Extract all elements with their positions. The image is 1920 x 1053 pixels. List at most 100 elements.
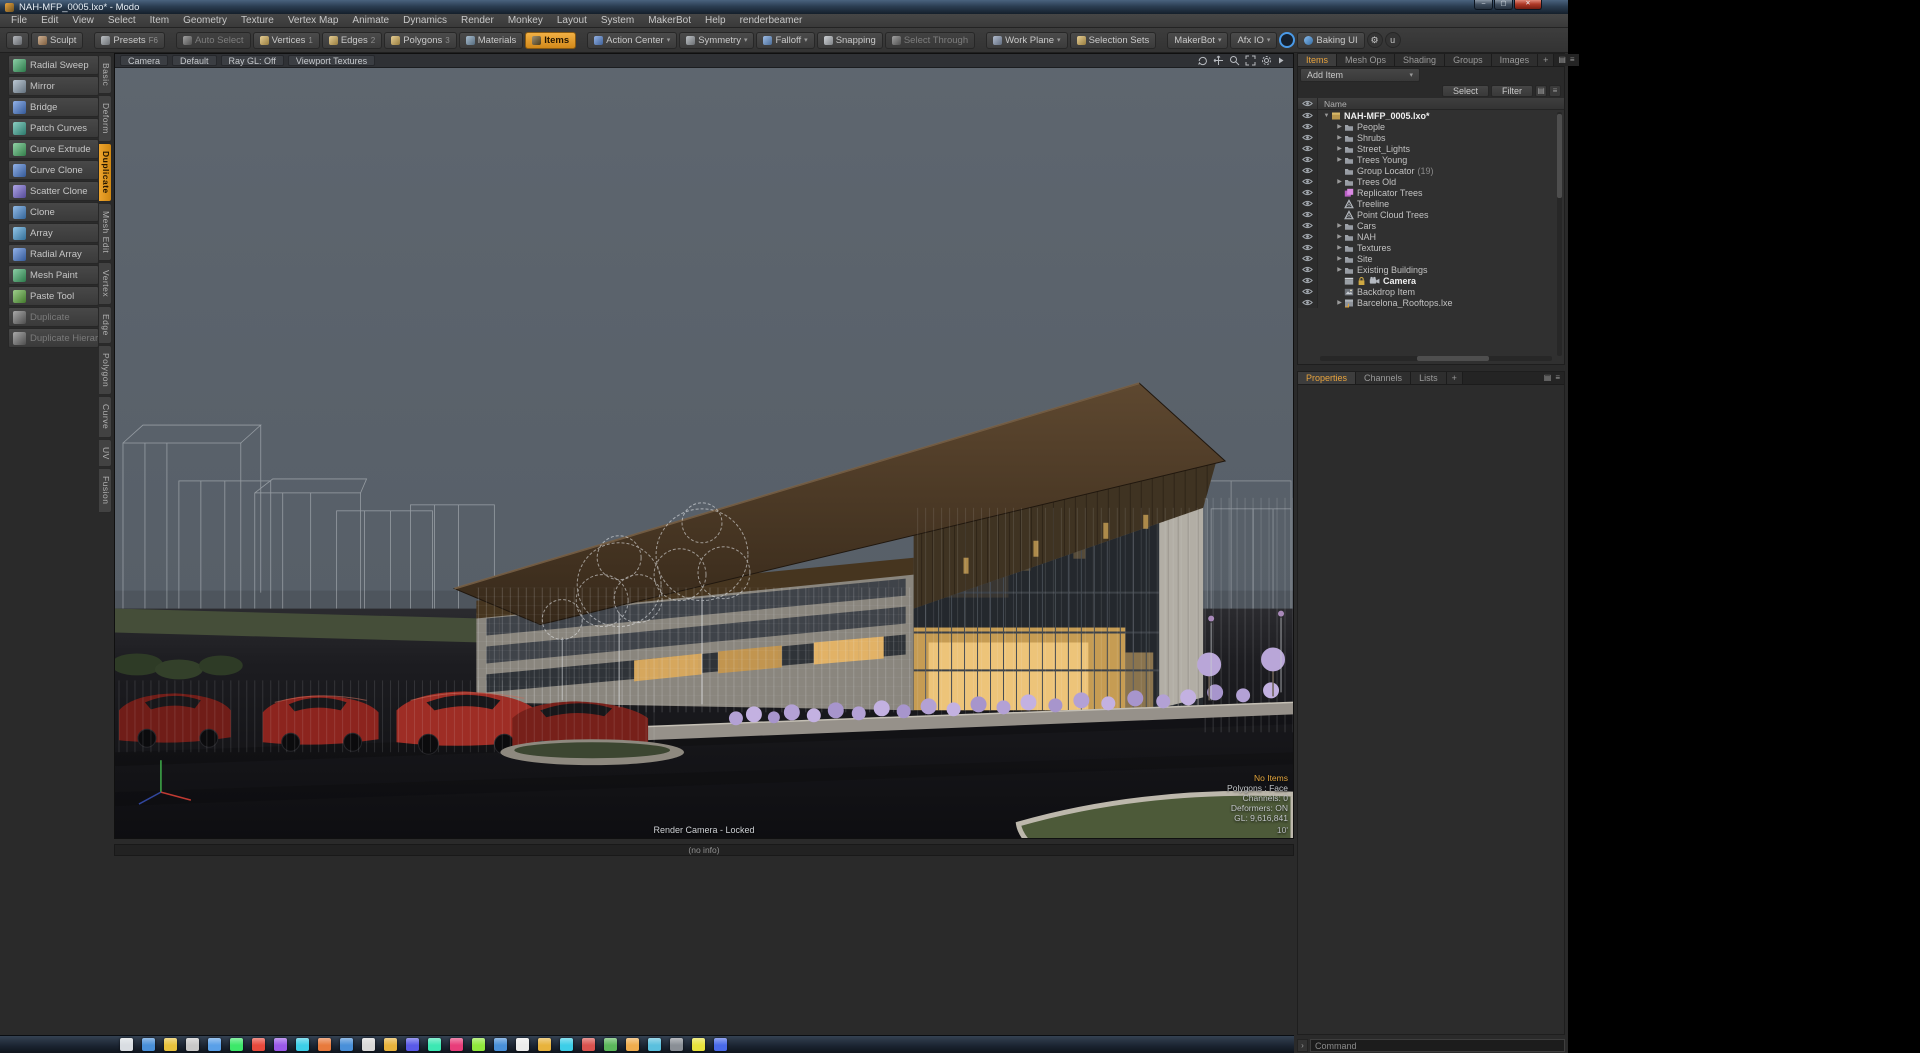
taskbar-app-icon[interactable] — [340, 1038, 353, 1051]
menu-view[interactable]: View — [65, 14, 101, 27]
taskbar-app-icon[interactable] — [648, 1038, 661, 1051]
taskbar-app-icon[interactable] — [450, 1038, 463, 1051]
viewport-3d[interactable]: Camera Default Ray GL: Off Viewport Text… — [114, 53, 1294, 839]
item-row-trees-old[interactable]: ▶ Trees Old — [1298, 176, 1564, 187]
items-button[interactable]: Items — [525, 31, 577, 49]
taskbar-app-icon[interactable] — [714, 1038, 727, 1051]
eye-visibility-icon[interactable] — [1302, 211, 1313, 218]
command-input[interactable] — [1310, 1039, 1565, 1052]
panel-more-icon[interactable]: ≡ — [1549, 84, 1561, 97]
menu-texture[interactable]: Texture — [234, 14, 281, 27]
tool-tab-fusion[interactable]: Fusion — [99, 468, 112, 513]
tool-radial-sweep[interactable]: Radial Sweep — [8, 55, 99, 75]
item-row-backdrop-item[interactable]: Backdrop Item — [1298, 286, 1564, 297]
menu-system[interactable]: System — [594, 14, 641, 27]
expander-icon[interactable]: ▶ — [1335, 299, 1344, 306]
baking-ui-button[interactable]: Baking UI — [1297, 31, 1365, 49]
title-bar[interactable]: NAH-MFP_0005.lxo* - Modo – ▢ ✕ — [0, 0, 1568, 14]
menu-render[interactable]: Render — [454, 14, 501, 27]
vertices-button[interactable]: Vertices 1 — [252, 31, 320, 49]
menu-geometry[interactable]: Geometry — [176, 14, 234, 27]
taskbar-app-icon[interactable] — [208, 1038, 221, 1051]
item-row-site[interactable]: ▶ Site — [1298, 253, 1564, 264]
item-row-group-locator[interactable]: Group Locator (19) — [1298, 165, 1564, 176]
tool-tab-duplicate[interactable]: Duplicate — [99, 143, 112, 202]
tool-curve-clone[interactable]: Curve Clone — [8, 160, 99, 180]
makerbot-button[interactable]: MakerBot ▾ — [1167, 31, 1229, 49]
viewport-style-selector[interactable]: Default — [172, 55, 217, 66]
add-item-dropdown[interactable]: Add Item ▾ — [1300, 68, 1420, 82]
tool-tab-basic[interactable]: Basic — [99, 55, 112, 95]
item-row-shrubs[interactable]: ▶ Shrubs — [1298, 132, 1564, 143]
menu-monkey[interactable]: Monkey — [501, 14, 550, 27]
rotate-view-icon[interactable] — [1197, 55, 1208, 66]
eye-visibility-icon[interactable] — [1302, 266, 1313, 273]
tool-mesh-paint[interactable]: Mesh Paint — [8, 265, 99, 285]
renderbeamer-button[interactable]: u — [1384, 32, 1401, 48]
menu-vertex-map[interactable]: Vertex Map — [281, 14, 346, 27]
panel-pin-icon[interactable]: ▤ — [1558, 56, 1566, 64]
item-row-trees-young[interactable]: ▶ Trees Young — [1298, 154, 1564, 165]
tool-duplicate-hierarchy[interactable]: Duplicate Hierarchy — [8, 328, 99, 348]
panel-menu-icon[interactable]: ≡ — [1570, 56, 1575, 64]
scrollbar-thumb[interactable] — [1417, 356, 1490, 361]
scrollbar-thumb[interactable] — [1557, 114, 1562, 198]
props-tab-add[interactable]: + — [1446, 372, 1463, 384]
item-row-replicator-trees[interactable]: Replicator Trees — [1298, 187, 1564, 198]
snapping-button[interactable]: Snapping — [816, 31, 883, 49]
tool-tab-vertex[interactable]: Vertex — [99, 262, 112, 306]
maximize-button[interactable]: ▢ — [1494, 0, 1513, 10]
layout-grid-button[interactable] — [6, 31, 29, 49]
taskbar-app-icon[interactable] — [296, 1038, 309, 1051]
taskbar-app-icon[interactable] — [384, 1038, 397, 1051]
props-tab-channels[interactable]: Channels — [1356, 372, 1412, 384]
maximize-viewport-icon[interactable] — [1245, 55, 1256, 66]
eye-visibility-icon[interactable] — [1302, 167, 1313, 174]
taskbar-app-icon[interactable] — [670, 1038, 683, 1051]
materials-button[interactable]: Materials — [458, 31, 524, 49]
horizontal-scrollbar[interactable] — [1320, 356, 1552, 361]
item-row-people[interactable]: ▶ People — [1298, 121, 1564, 132]
item-row-textures[interactable]: ▶ Textures — [1298, 242, 1564, 253]
viewport-camera-selector[interactable]: Camera — [120, 55, 169, 66]
menu-animate[interactable]: Animate — [345, 14, 396, 27]
eye-visibility-icon[interactable] — [1302, 200, 1313, 207]
item-row-street-lights[interactable]: ▶ Street_Lights — [1298, 143, 1564, 154]
work-plane-button[interactable]: Work Plane ▾ — [986, 31, 1068, 49]
item-row-point-cloud-trees[interactable]: Point Cloud Trees — [1298, 209, 1564, 220]
taskbar-app-icon[interactable] — [186, 1038, 199, 1051]
eye-visibility-icon[interactable] — [1302, 277, 1313, 284]
gear-button[interactable]: ⚙ — [1366, 32, 1383, 48]
items-tab-shading[interactable]: Shading — [1395, 54, 1446, 66]
taskbar-app-icon[interactable] — [252, 1038, 265, 1051]
item-row-cars[interactable]: ▶ Cars — [1298, 220, 1564, 231]
expander-icon[interactable]: ▼ — [1322, 113, 1331, 119]
taskbar-app-icon[interactable] — [230, 1038, 243, 1051]
tool-scatter-clone[interactable]: Scatter Clone — [8, 181, 99, 201]
menu-layout[interactable]: Layout — [550, 14, 594, 27]
falloff-button[interactable]: Falloff ▾ — [756, 31, 815, 49]
taskbar-app-icon[interactable] — [318, 1038, 331, 1051]
taskbar-app-icon[interactable] — [582, 1038, 595, 1051]
tool-tab-deform[interactable]: Deform — [99, 95, 112, 143]
taskbar-app-icon[interactable] — [472, 1038, 485, 1051]
select-button[interactable]: Select — [1441, 84, 1489, 97]
tool-tab-uv[interactable]: UV — [99, 438, 112, 468]
symmetry-button[interactable]: Symmetry ▾ — [679, 31, 755, 49]
eye-visibility-icon[interactable] — [1302, 255, 1313, 262]
expander-icon[interactable]: ▶ — [1335, 222, 1344, 229]
panel-pin-icon[interactable]: ▤ — [1544, 374, 1552, 382]
list-view-options-icon[interactable]: ▤ — [1535, 84, 1547, 97]
tool-clone[interactable]: Clone — [8, 202, 99, 222]
eye-visibility-icon[interactable] — [1302, 156, 1313, 163]
menu-makerbot[interactable]: MakerBot — [641, 14, 698, 27]
tool-patch-curves[interactable]: Patch Curves — [8, 118, 99, 138]
menu-file[interactable]: File — [4, 14, 34, 27]
item-row-nah[interactable]: ▶ NAH — [1298, 231, 1564, 242]
tool-mirror[interactable]: Mirror — [8, 76, 99, 96]
expander-icon[interactable]: ▶ — [1335, 156, 1344, 163]
tool-bridge[interactable]: Bridge — [8, 97, 99, 117]
vertical-scrollbar[interactable] — [1557, 112, 1562, 356]
zoom-view-icon[interactable] — [1229, 55, 1240, 66]
items-tab-add[interactable]: + — [1538, 54, 1555, 66]
